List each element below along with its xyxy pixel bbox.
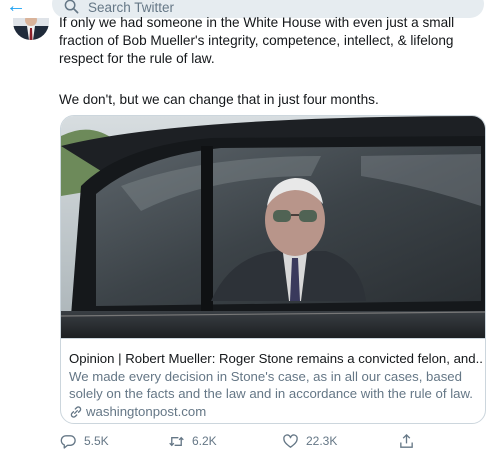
card-domain-row: washingtonpost.com xyxy=(69,403,206,420)
back-arrow-icon[interactable]: ← xyxy=(6,0,28,16)
like-button[interactable]: 22.3K xyxy=(282,432,337,450)
card-description: We made every decision in Stone's case, … xyxy=(69,369,473,401)
retweet-icon xyxy=(169,436,184,446)
retweet-button[interactable]: 6.2K xyxy=(168,432,217,450)
card-title: Opinion | Robert Mueller: Roger Stone re… xyxy=(69,351,483,366)
share-icon xyxy=(400,433,413,448)
avatar-image xyxy=(13,18,49,40)
link-card[interactable]: Opinion | Robert Mueller: Roger Stone re… xyxy=(60,115,486,424)
reply-icon xyxy=(60,434,76,449)
card-image xyxy=(61,116,485,338)
card-domain: washingtonpost.com xyxy=(86,404,207,419)
search-input[interactable] xyxy=(88,0,468,15)
search-icon xyxy=(64,0,79,14)
tweet-text: If only we had someone in the White Hous… xyxy=(59,15,455,66)
like-count: 22.3K xyxy=(306,434,338,448)
reply-button[interactable]: 5.5K xyxy=(60,432,109,450)
retweet-count: 6.2K xyxy=(192,434,217,448)
card-body: Opinion | Robert Mueller: Roger Stone re… xyxy=(61,338,485,423)
avatar[interactable] xyxy=(13,18,49,40)
reply-count: 5.5K xyxy=(84,434,109,448)
share-button[interactable] xyxy=(398,432,422,450)
tweet-text-second-paragraph: We don't, but we can change that in just… xyxy=(59,92,379,107)
heart-icon xyxy=(283,433,298,448)
link-icon xyxy=(70,405,82,418)
tweet-actions: 5.5K 6.2K 22.3K xyxy=(60,432,490,450)
